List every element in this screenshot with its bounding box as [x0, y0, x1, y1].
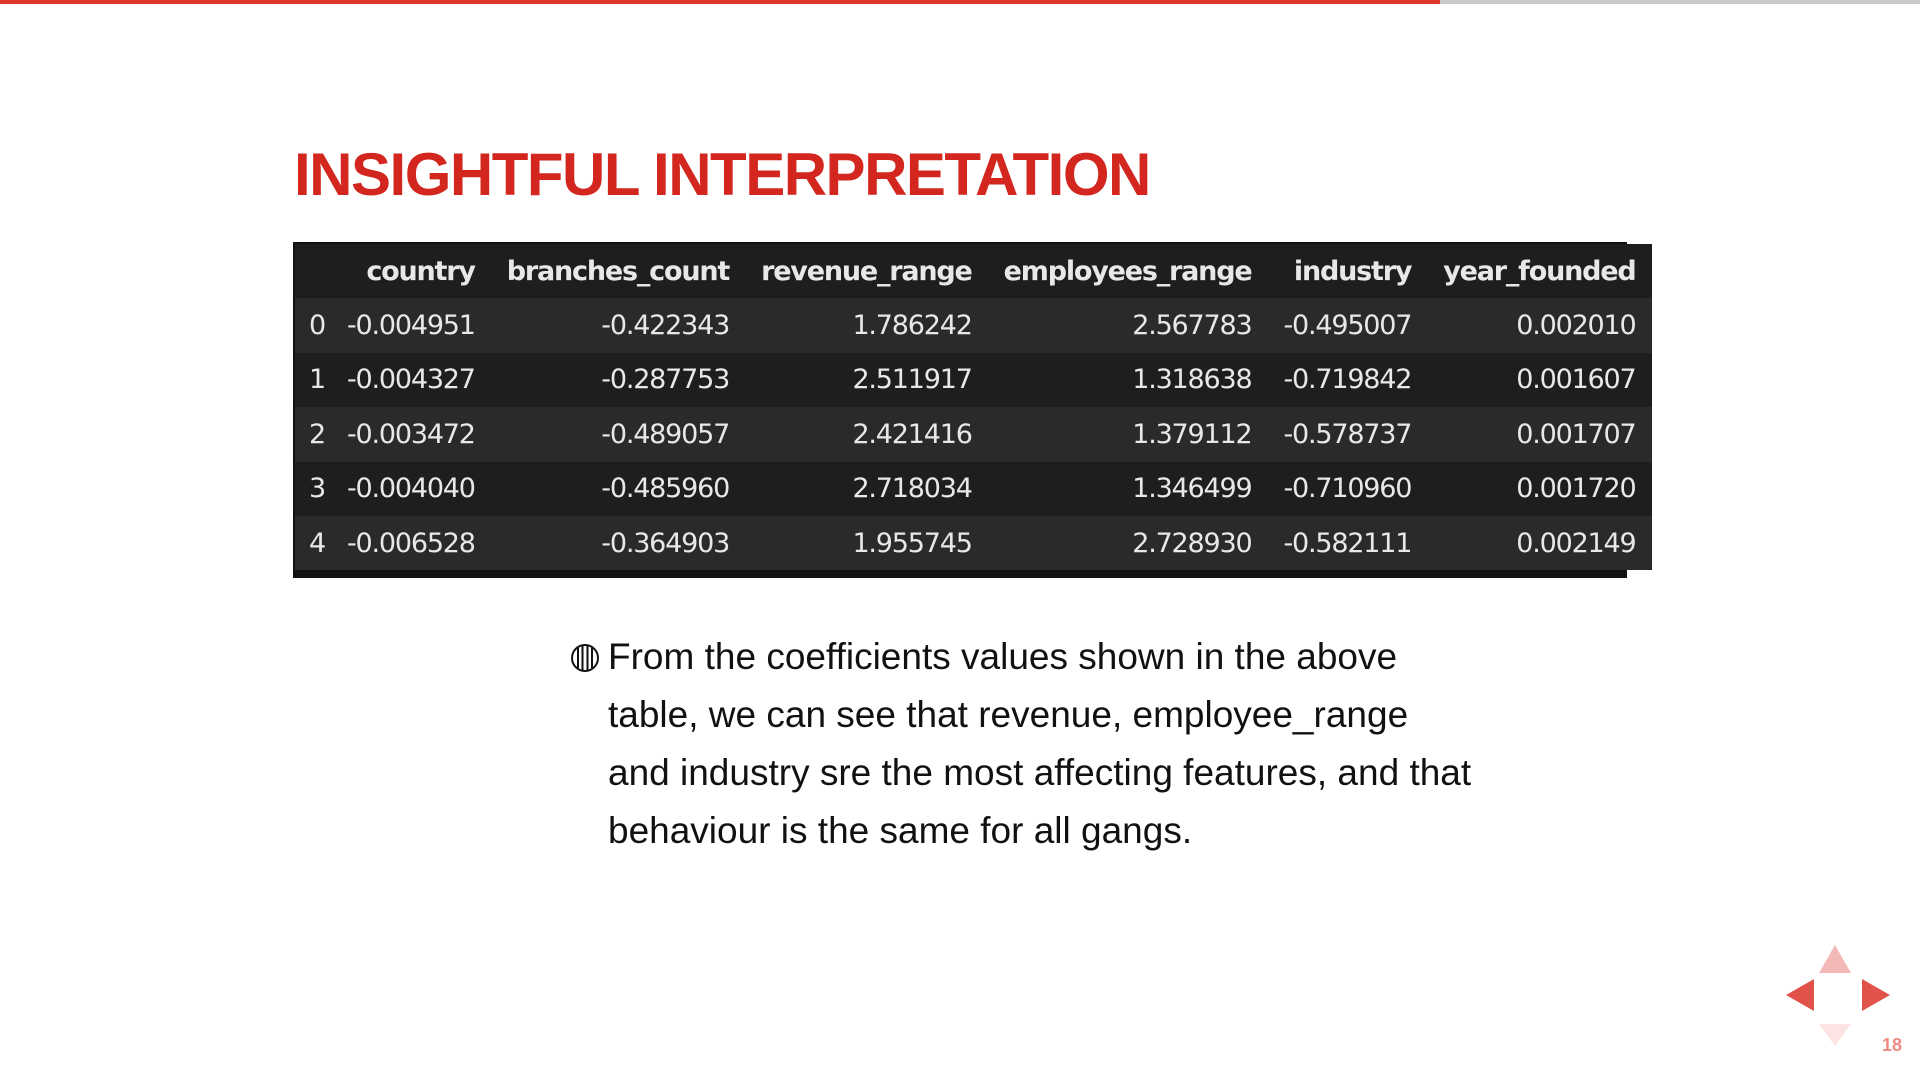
coefficients-table-image: country branches_count revenue_range emp… — [293, 242, 1652, 578]
circle-lines-bullet-icon — [571, 644, 599, 672]
table-cell: -0.578737 — [1267, 407, 1428, 462]
table-cell: -0.710960 — [1267, 461, 1428, 516]
bullet-line: From the coefficients values shown in th… — [608, 636, 1398, 677]
table-cell: -0.004040 — [330, 461, 491, 516]
table-cell: 1.346499 — [987, 461, 1268, 516]
table-header-cell: industry — [1267, 244, 1428, 299]
table-cell: 0.001720 — [1427, 461, 1652, 516]
nav-previous-arrow-icon[interactable] — [1786, 979, 1814, 1011]
bullet-line: table, we can see that revenue, employee… — [608, 694, 1409, 735]
nav-down-arrow-icon[interactable] — [1819, 1024, 1851, 1046]
bullet-line: and industry sre the most affecting feat… — [608, 752, 1472, 793]
table-row: 4 -0.006528 -0.364903 1.955745 2.728930 … — [295, 515, 1652, 571]
bullet-point: From the coefficients values shown in th… — [570, 628, 1530, 860]
row-index: 2 — [295, 407, 331, 462]
table-cell: 1.379112 — [987, 407, 1268, 462]
table-cell: 1.955745 — [745, 515, 988, 571]
slide-progress-bar — [0, 0, 1920, 4]
table-header-cell: branches_count — [490, 244, 746, 299]
table-header-cell: employees_range — [987, 244, 1268, 299]
table-header-cell — [295, 244, 331, 299]
coefficients-table: country branches_count revenue_range emp… — [295, 244, 1652, 571]
table-cell: -0.719842 — [1267, 352, 1428, 408]
table-cell: 1.318638 — [987, 352, 1268, 408]
table-cell: 2.567783 — [987, 298, 1268, 353]
slide-title: INSIGHTFUL INTERPRETATION — [294, 141, 1151, 208]
table-cell: 2.421416 — [745, 407, 988, 462]
table-row: 2 -0.003472 -0.489057 2.421416 1.379112 … — [295, 407, 1652, 462]
table-cell: -0.003472 — [330, 407, 491, 462]
page-number: 18 — [1881, 1035, 1902, 1055]
table-cell: -0.489057 — [490, 407, 746, 462]
row-index: 4 — [295, 515, 331, 571]
table-row: 1 -0.004327 -0.287753 2.511917 1.318638 … — [295, 352, 1652, 408]
table-cell: -0.485960 — [490, 461, 746, 516]
slide-navigation — [1780, 940, 1890, 1050]
table-header-cell: revenue_range — [745, 244, 988, 299]
table-cell: -0.422343 — [490, 298, 746, 353]
row-index: 3 — [295, 461, 331, 516]
nav-up-arrow-icon[interactable] — [1819, 945, 1851, 973]
table-cell: 0.001607 — [1427, 352, 1652, 408]
row-index: 1 — [295, 352, 331, 408]
table-header-row: country branches_count revenue_range emp… — [295, 244, 1652, 299]
nav-next-arrow-icon[interactable] — [1862, 979, 1890, 1011]
bullet-line: behaviour is the same for all gangs. — [608, 810, 1193, 851]
bullet-text: From the coefficients values shown in th… — [608, 628, 1530, 860]
row-index: 0 — [295, 298, 331, 353]
table-cell: 2.511917 — [745, 352, 988, 408]
slide: INSIGHTFUL INTERPRETATION country branch… — [0, 0, 1920, 1080]
slide-progress-fill — [0, 0, 1440, 4]
table-cell: 2.718034 — [745, 461, 988, 516]
table-row: 0 -0.004951 -0.422343 1.786242 2.567783 … — [295, 298, 1652, 353]
table-header-cell: year_founded — [1427, 244, 1652, 299]
table-cell: 2.728930 — [987, 515, 1268, 571]
table-cell: -0.495007 — [1267, 298, 1428, 353]
table-row: 3 -0.004040 -0.485960 2.718034 1.346499 … — [295, 461, 1652, 516]
table-cell: 1.786242 — [745, 298, 988, 353]
table-cell: 0.002149 — [1427, 515, 1652, 571]
table-cell: 0.002010 — [1427, 298, 1652, 353]
table-cell: -0.004327 — [330, 352, 491, 408]
table-cell: -0.004951 — [330, 298, 491, 353]
table-cell: -0.287753 — [490, 352, 746, 408]
table-cell: -0.006528 — [330, 515, 491, 571]
table-header-cell: country — [330, 244, 491, 299]
table-cell: -0.582111 — [1267, 515, 1428, 571]
table-cell: -0.364903 — [490, 515, 746, 571]
table-cell: 0.001707 — [1427, 407, 1652, 462]
